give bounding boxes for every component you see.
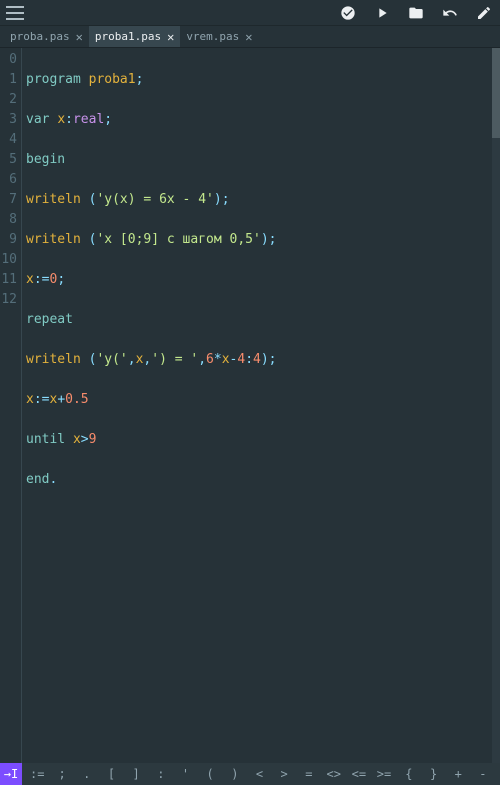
code-area[interactable]: program proba1; var x:real; begin writel…: [22, 48, 500, 763]
line-number: 10: [0, 250, 21, 270]
line-number: 0: [0, 50, 21, 70]
line-number: 12: [0, 290, 21, 310]
folder-icon[interactable]: [408, 5, 424, 21]
line-number: 2: [0, 90, 21, 110]
gutter: 0123456789101112: [0, 48, 22, 763]
symbol-key[interactable]: :=: [30, 767, 44, 781]
symbol-key[interactable]: .: [80, 767, 94, 781]
menu-icon[interactable]: [6, 6, 24, 20]
symbol-bar: →I :=;.[]:'()<>=<><=>={}+-: [0, 763, 500, 785]
play-icon[interactable]: [374, 5, 390, 21]
edit-icon[interactable]: [476, 5, 492, 21]
symbol-key[interactable]: <>: [327, 767, 341, 781]
line-number: 11: [0, 270, 21, 290]
symbol-key[interactable]: (: [203, 767, 217, 781]
symbol-key[interactable]: :: [154, 767, 168, 781]
editor[interactable]: 0123456789101112 program proba1; var x:r…: [0, 48, 500, 763]
close-icon[interactable]: ✕: [167, 30, 174, 44]
symbol-key[interactable]: <=: [352, 767, 366, 781]
tab-indent-button[interactable]: →I: [0, 763, 22, 785]
top-actions: [340, 5, 492, 21]
tab-bar: proba.pas ✕ proba1.pas ✕ vrem.pas ✕: [0, 26, 500, 48]
symbol-key[interactable]: -: [476, 767, 490, 781]
symbol-key[interactable]: =: [302, 767, 316, 781]
line-number: 7: [0, 190, 21, 210]
symbol-keys: :=;.[]:'()<>=<><=>={}+-: [22, 767, 500, 781]
tab-label: vrem.pas: [186, 30, 239, 43]
scrollbar[interactable]: [492, 48, 500, 763]
symbol-key[interactable]: +: [451, 767, 465, 781]
symbol-key[interactable]: {: [402, 767, 416, 781]
symbol-key[interactable]: >: [277, 767, 291, 781]
line-number: 8: [0, 210, 21, 230]
line-number: 1: [0, 70, 21, 90]
line-number: 5: [0, 150, 21, 170]
symbol-key[interactable]: }: [427, 767, 441, 781]
undo-icon[interactable]: [442, 5, 458, 21]
symbol-key[interactable]: ;: [55, 767, 69, 781]
tab-vrem[interactable]: vrem.pas ✕: [180, 26, 258, 47]
tab-proba[interactable]: proba.pas ✕: [4, 26, 89, 47]
tab-label: proba.pas: [10, 30, 70, 43]
symbol-key[interactable]: <: [253, 767, 267, 781]
line-number: 6: [0, 170, 21, 190]
check-icon[interactable]: [340, 5, 356, 21]
tab-proba1[interactable]: proba1.pas ✕: [89, 26, 180, 47]
symbol-key[interactable]: [: [104, 767, 118, 781]
scrollbar-thumb[interactable]: [492, 48, 500, 138]
line-number: 4: [0, 130, 21, 150]
line-number: 9: [0, 230, 21, 250]
symbol-key[interactable]: ): [228, 767, 242, 781]
top-bar: [0, 0, 500, 26]
close-icon[interactable]: ✕: [76, 30, 83, 44]
tab-label: proba1.pas: [95, 30, 161, 43]
symbol-key[interactable]: >=: [377, 767, 391, 781]
line-number: 3: [0, 110, 21, 130]
symbol-key[interactable]: ': [178, 767, 192, 781]
close-icon[interactable]: ✕: [245, 30, 252, 44]
symbol-key[interactable]: ]: [129, 767, 143, 781]
